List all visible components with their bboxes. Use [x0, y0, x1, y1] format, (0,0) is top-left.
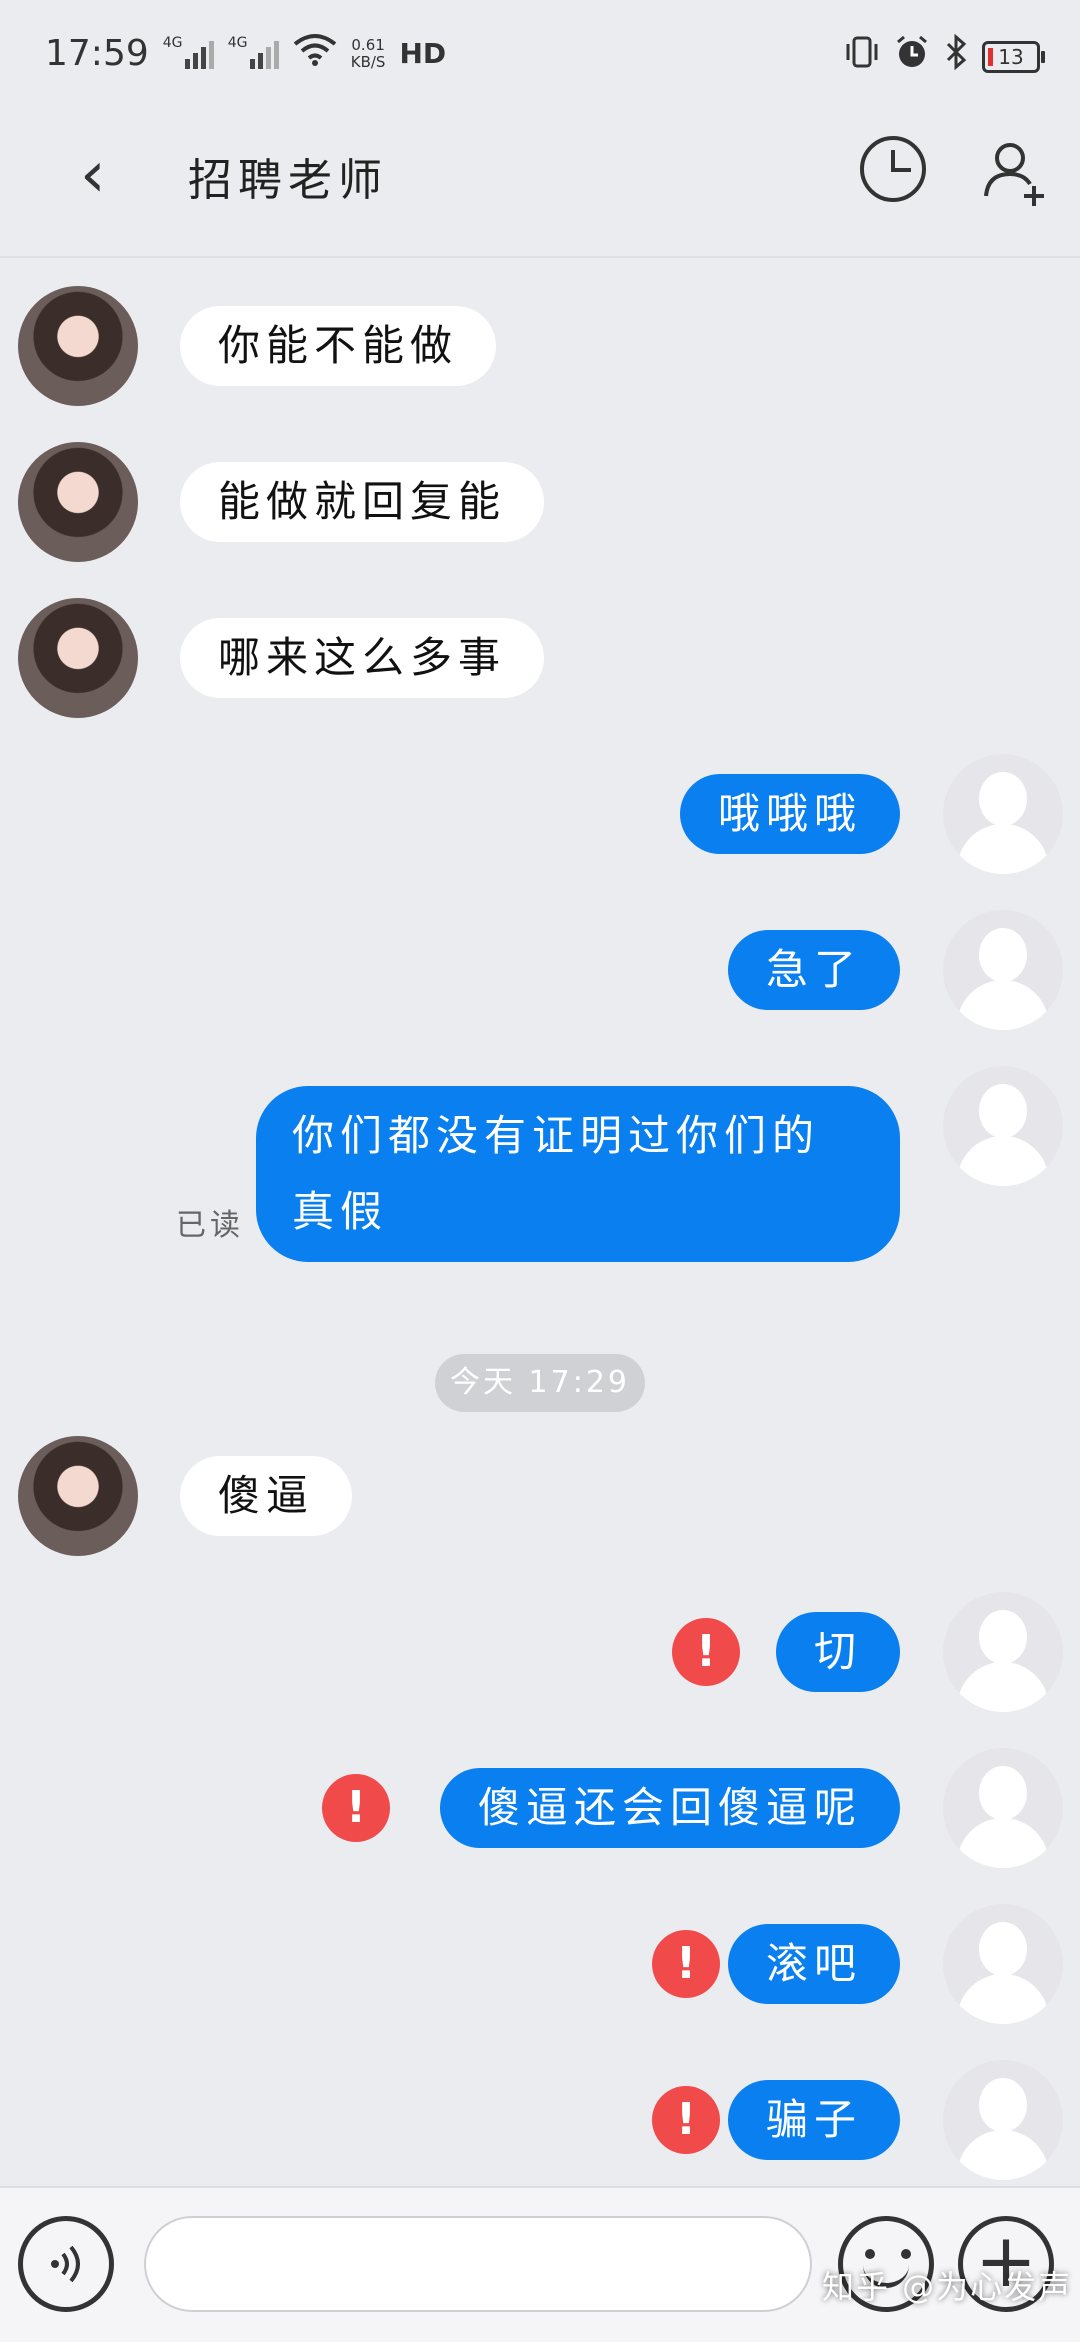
voice-icon[interactable]: [18, 2216, 114, 2312]
chat-header: ‹ 招聘老师: [0, 108, 1080, 258]
message-bubble[interactable]: 滚吧: [727, 1924, 900, 2004]
signal-icon-2: 4G: [228, 35, 279, 69]
hd-badge: HD: [399, 37, 447, 70]
time-separator: 今天 17:29: [435, 1354, 645, 1412]
avatar[interactable]: [18, 598, 138, 718]
avatar[interactable]: [943, 1592, 1063, 1712]
page-title: 招聘老师: [188, 155, 388, 206]
message-bubble[interactable]: 你能不能做: [180, 306, 497, 386]
message-bubble[interactable]: 能做就回复能: [180, 462, 545, 542]
back-button[interactable]: ‹: [80, 138, 106, 212]
avatar[interactable]: [943, 754, 1063, 874]
watermark: 知乎 @为心发声: [822, 2268, 1073, 2306]
message-bubble[interactable]: 切: [775, 1612, 900, 1692]
read-receipt: 已读: [176, 1208, 244, 1243]
net-speed: 0.61 KB/S: [350, 35, 386, 71]
message-input[interactable]: [144, 2216, 812, 2312]
net-speed-value: 0.61: [351, 35, 385, 54]
avatar[interactable]: [18, 442, 138, 562]
avatar[interactable]: [943, 910, 1063, 1030]
message-bubble[interactable]: 骗子: [727, 2080, 900, 2160]
net-speed-unit: KB/S: [350, 52, 386, 71]
avatar[interactable]: [943, 1904, 1063, 2024]
message-bubble[interactable]: 傻逼还会回傻逼呢: [439, 1768, 900, 1848]
wifi-icon: [293, 32, 337, 75]
signal-label-2: 4G: [227, 34, 248, 51]
avatar[interactable]: [943, 2060, 1063, 2180]
send-failed-icon[interactable]: !: [672, 1618, 740, 1686]
send-failed-icon[interactable]: !: [652, 2086, 720, 2154]
signal-label: 4G: [162, 34, 183, 51]
avatar[interactable]: [18, 286, 138, 406]
send-failed-icon[interactable]: !: [322, 1774, 390, 1842]
message-bubble[interactable]: 急了: [727, 930, 900, 1010]
send-failed-icon[interactable]: !: [652, 1930, 720, 1998]
battery-icon: 13: [982, 40, 1045, 73]
status-bar: 17:59 4G 4G 0.61 KB/S HD 13: [0, 0, 1080, 108]
message-bubble[interactable]: 哪来这么多事: [180, 618, 545, 698]
clock-icon[interactable]: [860, 136, 926, 202]
message-bubble[interactable]: 傻逼: [180, 1456, 353, 1536]
status-time: 17:59: [45, 33, 149, 74]
avatar[interactable]: [18, 1436, 138, 1556]
message-bubble[interactable]: 你们都没有证明过你们的真假: [256, 1086, 900, 1262]
add-user-icon[interactable]: [980, 138, 1050, 208]
vibrate-icon: [844, 36, 880, 77]
signal-icon: 4G: [163, 35, 214, 69]
message-bubble[interactable]: 哦哦哦: [679, 774, 900, 854]
alarm-icon: [894, 34, 930, 79]
avatar[interactable]: [943, 1066, 1063, 1186]
bluetooth-icon: [944, 33, 968, 79]
avatar[interactable]: [943, 1748, 1063, 1868]
